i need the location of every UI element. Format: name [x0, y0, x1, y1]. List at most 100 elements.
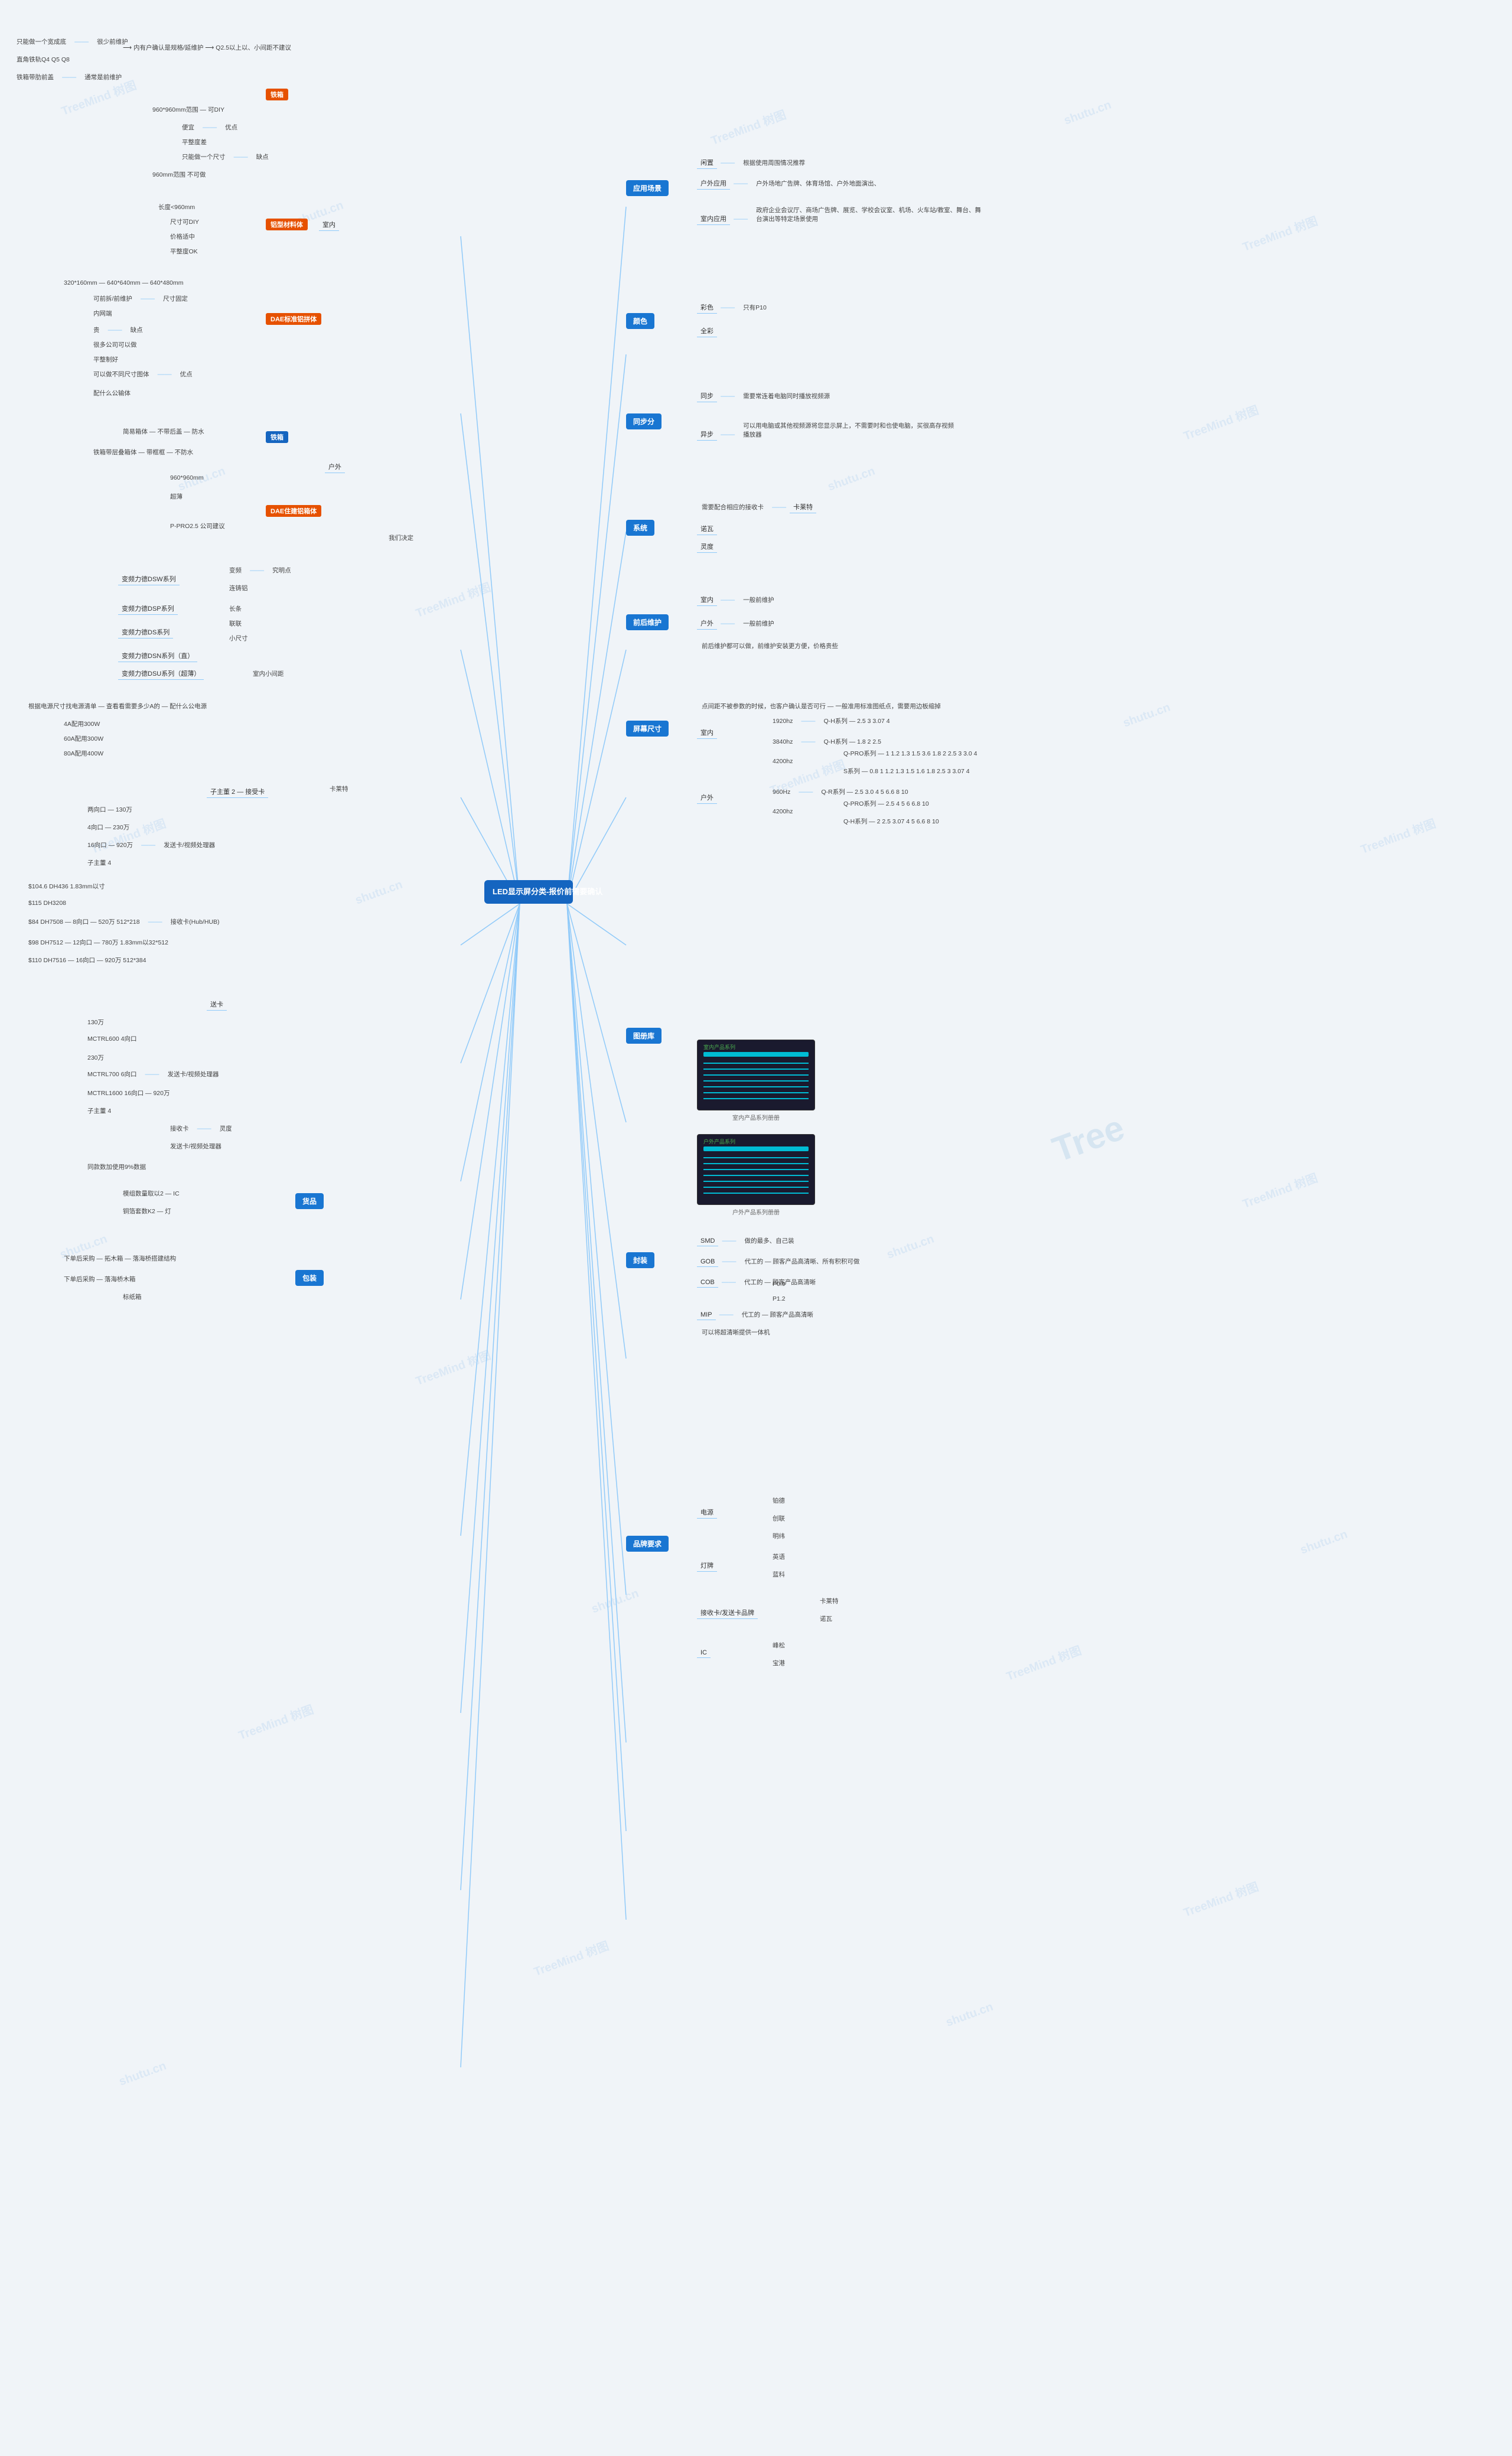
node-mctrl1600: MCTRL1600 16向口 — 920万	[83, 1087, 174, 1099]
node-price-mid: 价格适中	[165, 230, 200, 243]
node-slim: 超薄	[165, 490, 187, 503]
idle-desc: 根据使用周围情况推荐	[738, 157, 810, 169]
hub-section-label: 子主董 2 — 接受卡	[207, 786, 268, 798]
price-dh7512: $98 DH7512 — 12向口 — 780万 1.83mm以32*512	[24, 936, 173, 949]
expensive-note: 缺点	[126, 324, 148, 336]
node-child4-2: 子主董 4	[83, 1105, 116, 1117]
node-ic-brand: IC	[697, 1648, 711, 1658]
node-price-dh7508: $84 DH7508 — 8向口 — 520万 512*218 —— 接收卡(H…	[24, 916, 224, 928]
node-send-lingdu: 发送卡/视频处理器	[165, 1140, 226, 1152]
small-size: 小尺寸	[224, 632, 253, 644]
node-we-decide: 我们决定	[384, 532, 418, 544]
config-power: 配什么公输体	[89, 387, 135, 399]
dae-front-desc: 尺寸固定	[158, 292, 193, 305]
node-sync: 同步分	[626, 413, 662, 429]
dsn-label: 变频力德DSN系列（直）	[118, 650, 197, 662]
packaging-label: 封装	[626, 1252, 654, 1268]
send-lingdu: 发送卡/视频处理器	[165, 1140, 226, 1152]
rcv-brand-label: 接收卡/发送卡品牌	[697, 1607, 758, 1619]
screensize-label: 屏幕尺寸	[626, 721, 669, 737]
outdoor-catalog-title: 户外产品系列册册	[697, 1207, 815, 1216]
chuanlian: 创联	[768, 1512, 790, 1525]
same-qty: 同款数加使用9%数据	[83, 1161, 151, 1173]
node-s-series: S系列 — 0.8 1 1.2 1.3 1.5 1.6 1.8 2.5 3 3.…	[839, 765, 975, 777]
maint-outdoor-desc: 一般前维护	[738, 617, 779, 630]
node-flat-good: 平整制好	[89, 353, 123, 366]
node-dsp: 变频力德DSP系列	[118, 602, 178, 615]
node-nova2: 诺瓦	[815, 1613, 837, 1625]
node-brand: 品牌要求	[626, 1536, 669, 1552]
dae-outdoor-label: DAE住建铝箱体	[266, 505, 321, 517]
connection-lines	[0, 0, 1512, 2456]
node-wood-box: 下单后采购 — 拓木箱 — 落海桥搭建结构	[59, 1252, 181, 1265]
node-price-dh436: $104.6 DH436 1.83mm以寸	[24, 880, 110, 893]
node-rcv-lingdu: 接收卡 —— 灵度	[165, 1122, 237, 1135]
indoor-app-desc: 政府企业会议厅、商场广告牌、展览、学校会议室、机场、火车站/教室、舞台、舞台演出…	[751, 204, 988, 225]
node-goods-section: 货品	[295, 1193, 324, 1209]
alum-indoor-label: 铝型材料体	[266, 219, 308, 230]
node-outdoor-label: 户外	[325, 461, 345, 473]
mctrl-230: 230万	[83, 1051, 109, 1064]
60a: 60A配用300W	[59, 732, 108, 745]
node-gob: GOB —— 代工的 — 顾客产品高清晰、所有积积可做	[697, 1255, 864, 1268]
node-p12: P1.2	[768, 1294, 790, 1304]
dae-label: DAE标准铝拼体	[266, 313, 321, 325]
rcv-lingdu: 接收卡	[165, 1122, 194, 1135]
node-3840: 3840hz —— Q-H系列 — 1.8 2 2.5	[768, 735, 886, 748]
dsp-label: 变频力德DSP系列	[118, 602, 178, 615]
price-dh7516: $110 DH7516 — 16向口 — 920万 512*384	[24, 954, 151, 966]
node-mctrl-130: 130万	[83, 1016, 109, 1028]
ppro: P-PRO2.5 公司建议	[165, 520, 230, 532]
straight-rail: 直角铁轨Q4 Q5 Q8	[12, 53, 74, 66]
center-label: LED显示屏分类-报价前需要确认	[484, 880, 573, 904]
module-count: 模组数量取以2 — IC	[118, 1187, 184, 1200]
node-hub-16way: 16向口 — 920万 —— 发送卡/视频处理器	[83, 839, 220, 851]
node-yingyu: 英语	[768, 1551, 790, 1563]
price-dh3208: $115 DH3208	[24, 898, 71, 908]
node-dae-front: 可前拆/前维护 —— 尺寸固定	[89, 292, 193, 305]
node-hub-section: 子主董 2 — 接受卡	[207, 786, 268, 798]
hz-4200-indoor: 4200hz	[768, 756, 797, 767]
hz-1920: 1920hz	[768, 716, 797, 727]
child4-2: 子主董 4	[83, 1105, 116, 1117]
color-full-label: 全彩	[697, 325, 717, 337]
hub-16way: 16向口 — 920万	[83, 839, 138, 851]
watermark-24: TreeMind 树图	[531, 1936, 611, 1979]
node-iron-box-indoor: 铁箱	[266, 89, 288, 100]
fengsong: 峰松	[768, 1639, 790, 1652]
watermark-20: shutu.cn	[590, 1587, 641, 1616]
mctrl-section-label: 送卡	[207, 998, 227, 1011]
node-dsw: 变频力德DSW系列	[118, 573, 180, 585]
node-color-full: 全彩	[697, 325, 717, 337]
outdoor-label: 户外	[325, 461, 345, 473]
node-flat-poor: 平整度差	[177, 136, 211, 148]
qpro-outdoor: Q-PRO系列 — 2.5 4 5 6 6.8 10	[839, 797, 934, 810]
node-module-count: 模组数量取以2 — IC	[118, 1187, 184, 1200]
mctrl700: MCTRL700 6向口	[83, 1068, 141, 1080]
cheap-label: 便宜	[177, 121, 199, 133]
4a: 4A配用300W	[59, 718, 105, 730]
baogang: 宝港	[768, 1657, 790, 1669]
sea-box: 下单后采购 — 落海桥木箱	[59, 1273, 140, 1285]
node-outdoor-screen: 户外	[697, 791, 717, 804]
node-price-dh3208: $115 DH3208	[24, 898, 71, 908]
node-iron-rib: 铁箱带肋前盖 —— 通常是前维护	[12, 71, 126, 83]
node-1920: 1920hz —— Q-H系列 — 2.5 3 3.07 4	[768, 715, 895, 727]
catalog-label: 图册库	[626, 1028, 662, 1044]
node-60a: 60A配用300W	[59, 732, 108, 745]
node-power-guide: 根据电源尺寸找电源清单 — 查看看需要多少A的 — 配什么公电源	[24, 700, 211, 712]
outdoor-app-label: 户外应用	[697, 177, 730, 190]
node-indoor-small: 室内小间距	[248, 667, 289, 680]
node-only-wide: 只能做一个宽成底 —— 很少前维护	[12, 35, 133, 48]
gob-label: GOB	[697, 1257, 718, 1267]
node-80a: 80A配用400W	[59, 747, 108, 760]
node-dae: DAE标准铝拼体	[266, 313, 321, 325]
node-chuanlian: 创联	[768, 1512, 790, 1525]
node-960-diy: 960*960mm范围 — 可DIY	[148, 103, 229, 116]
node-system-note: 需要配合相应的接收卡 —— 卡莱特	[697, 501, 816, 513]
node-kaileite2: 卡莱特	[815, 1595, 843, 1607]
p12: P1.2	[768, 1294, 790, 1304]
node-light-brand: 灯牌	[697, 1559, 717, 1572]
q-h-1920: Q-H系列 — 2.5 3 3.07 4	[819, 715, 895, 727]
node-async: 异步 —— 可以用电脑或其他视频源将您显示屏上，不需要时和也使电脑，买很高存视频…	[697, 419, 963, 441]
